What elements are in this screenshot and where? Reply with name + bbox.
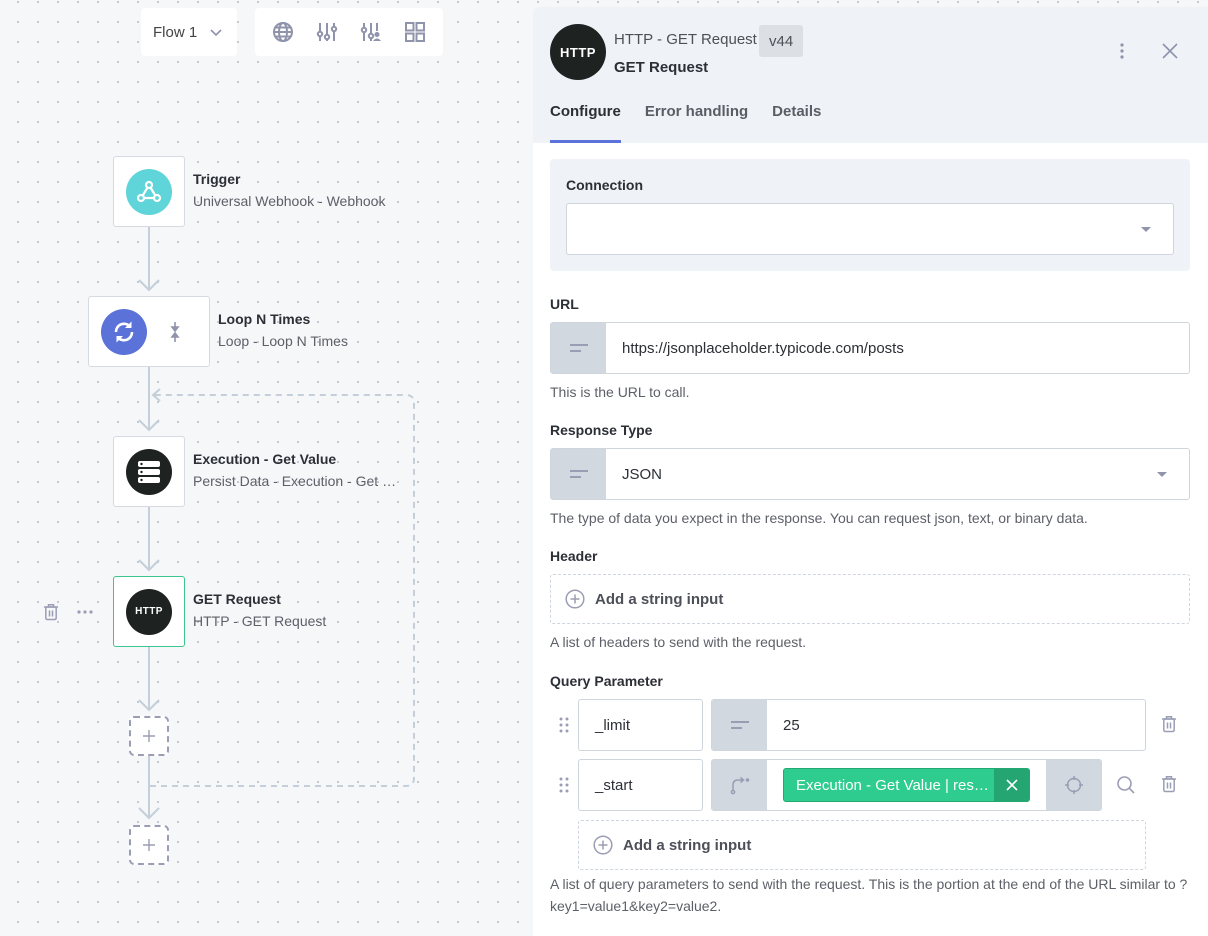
close-icon[interactable] — [1161, 42, 1179, 60]
url-input[interactable]: https://jsonplaceholder.typicode.com/pos… — [550, 322, 1190, 374]
flow-node-loop[interactable] — [88, 296, 210, 367]
version-badge: v44 — [759, 25, 804, 57]
response-type-help: The type of data you expect in the respo… — [550, 510, 1088, 526]
node-label-execution: Execution - Get Value Persist Data - Exe… — [193, 449, 396, 493]
tab-details[interactable]: Details — [772, 103, 821, 143]
add-step-after-loop-button[interactable] — [129, 825, 169, 865]
trash-icon[interactable] — [1161, 775, 1177, 793]
http-logo-icon: HTTP — [550, 24, 606, 80]
header-help: A list of headers to send with the reque… — [550, 634, 807, 650]
flow-node-execution-get-value[interactable] — [113, 436, 185, 507]
add-header-button[interactable]: Add a string input — [550, 574, 1190, 624]
caret-down-icon — [1141, 227, 1151, 232]
add-step-in-loop-button[interactable] — [129, 716, 169, 756]
close-icon — [1005, 779, 1018, 791]
reference-chip-label: Execution - Get Value | res… — [796, 776, 989, 794]
panel-tabs: Configure Error handling Details — [550, 103, 821, 143]
node-title: Trigger — [193, 171, 241, 187]
plus-circle-icon — [593, 835, 613, 855]
query-param-key-input[interactable]: _start — [578, 759, 703, 811]
node-subtitle: Persist Data - Execution - Get … — [193, 473, 397, 489]
node-label-get-request: GET Request HTTP - GET Request — [193, 589, 326, 633]
drag-handle-icon[interactable] — [550, 777, 578, 793]
http-icon: HTTP — [126, 588, 172, 635]
query-param-value-input[interactable]: 25 — [711, 699, 1146, 751]
more-vertical-icon[interactable] — [1119, 41, 1125, 61]
tab-error-handling[interactable]: Error handling — [645, 103, 748, 143]
url-section: URL https://jsonplaceholder.typicode.com… — [550, 296, 1191, 403]
node-title: Execution - Get Value — [193, 451, 337, 467]
reference-type-button[interactable] — [712, 760, 767, 810]
webhook-icon — [126, 168, 172, 215]
flow-node-get-request[interactable]: HTTP — [113, 576, 185, 647]
add-query-param-label: Add a string input — [623, 836, 752, 854]
node-subtitle: Universal Webhook - Webhook — [193, 193, 386, 209]
query-param-value: 25 — [783, 716, 800, 734]
pick-reference-button[interactable] — [1046, 760, 1101, 810]
text-type-button[interactable] — [551, 449, 606, 499]
query-parameter-label: Query Parameter — [550, 673, 663, 689]
tab-configure[interactable]: Configure — [550, 103, 621, 143]
database-icon — [126, 448, 172, 495]
add-header-label: Add a string input — [595, 590, 724, 608]
node-label-trigger: Trigger Universal Webhook - Webhook — [193, 169, 385, 213]
node-actions — [43, 603, 93, 621]
header-section: Header Add a string input A list of head… — [550, 548, 1191, 653]
logo-text: HTTP — [560, 44, 596, 60]
connection-section: Connection — [550, 159, 1190, 271]
response-type-select[interactable]: JSON — [550, 448, 1190, 500]
reference-chip[interactable]: Execution - Get Value | res… — [783, 768, 1030, 802]
more-horizontal-icon[interactable] — [77, 609, 93, 615]
trash-icon[interactable] — [43, 603, 59, 621]
crosshair-icon — [1064, 776, 1083, 794]
url-help: This is the URL to call. — [550, 384, 690, 400]
response-type-value: JSON — [622, 465, 663, 483]
trash-icon[interactable] — [1161, 715, 1177, 733]
plus-icon — [143, 839, 155, 851]
text-lines-icon — [730, 721, 749, 729]
http-icon-text: HTTP — [135, 606, 163, 617]
url-label: URL — [550, 296, 579, 312]
node-label-loop: Loop N Times Loop - Loop N Times — [218, 309, 348, 353]
caret-down-icon — [1157, 472, 1167, 477]
reference-arrow-icon — [730, 776, 749, 795]
step-type: HTTP - GET Request — [614, 31, 757, 48]
remove-reference-button[interactable] — [994, 769, 1029, 801]
query-param-row: _start Execution - Get Value | res… — [550, 759, 1191, 811]
flow-node-trigger[interactable] — [113, 156, 185, 227]
plus-icon — [143, 730, 155, 742]
text-type-button[interactable] — [551, 323, 606, 373]
text-lines-icon — [569, 470, 588, 478]
url-value: https://jsonplaceholder.typicode.com/pos… — [622, 339, 904, 357]
plus-circle-icon — [565, 589, 585, 609]
text-type-button[interactable] — [712, 700, 767, 750]
header-label: Header — [550, 548, 598, 564]
response-type-label: Response Type — [550, 422, 653, 438]
node-title: GET Request — [193, 591, 281, 607]
add-query-param-button[interactable]: Add a string input — [578, 820, 1146, 870]
query-parameter-section: Query Parameter _limit 25 _start Executi… — [550, 673, 1191, 917]
response-type-section: Response Type JSON The type of data you … — [550, 422, 1191, 529]
collapse-icon[interactable] — [169, 322, 181, 342]
search-icon[interactable] — [1116, 775, 1136, 795]
step-name: GET Request — [614, 59, 709, 76]
node-subtitle: Loop - Loop N Times — [218, 333, 348, 349]
connection-select[interactable] — [566, 203, 1174, 255]
reference-chip-area: Execution - Get Value | res… — [767, 760, 1046, 810]
query-param-key-input[interactable]: _limit — [578, 699, 703, 751]
loop-icon — [101, 308, 147, 355]
query-parameter-help: A list of query parameters to send with … — [550, 876, 1188, 914]
node-title: Loop N Times — [218, 311, 311, 327]
query-param-row: _limit 25 — [550, 699, 1191, 751]
query-param-reference-input[interactable]: Execution - Get Value | res… — [711, 759, 1102, 811]
step-config-panel: HTTP HTTP - GET Request v44 GET Request … — [533, 7, 1208, 936]
panel-body: Connection URL https://jsonplaceholder.t… — [533, 143, 1208, 917]
connection-label: Connection — [566, 177, 643, 193]
text-lines-icon — [569, 344, 588, 352]
panel-header: HTTP HTTP - GET Request v44 GET Request … — [533, 7, 1208, 143]
node-subtitle: HTTP - GET Request — [193, 613, 327, 629]
drag-handle-icon[interactable] — [550, 717, 578, 733]
